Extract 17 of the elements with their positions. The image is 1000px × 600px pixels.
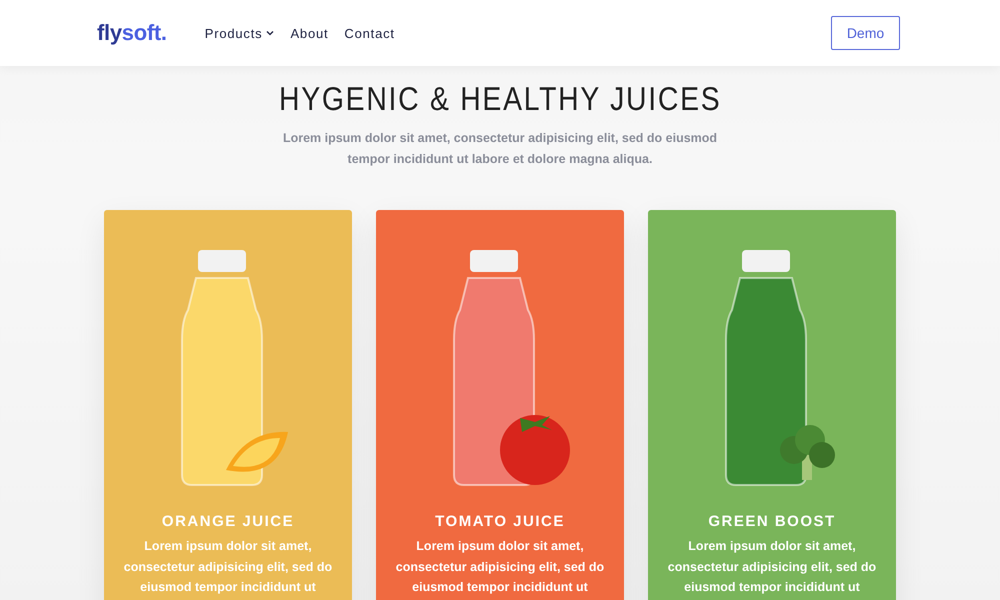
page-title: HYGENIC & HEALTHY JUICES bbox=[278, 80, 722, 118]
card-description: Lorem ipsum dolor sit amet, consectetur adipisicing elit, sed do eiusmod tempor incididunt ut bbox=[666, 538, 878, 596]
nav-link[interactable]: Products bbox=[204, 26, 274, 40]
citrus-slice-icon bbox=[226, 432, 288, 472]
card-title: GREEN BOOST bbox=[708, 513, 836, 530]
card-description: Lorem ipsum dolor sit amet, consectetur adipisicing elit, sed do eiusmod tempor incididunt ut bbox=[394, 538, 606, 596]
card-description: Lorem ipsum dolor sit amet, consectetur adipisicing elit, sed do eiusmod tempor incididunt ut bbox=[122, 538, 334, 596]
broccoli-icon bbox=[780, 425, 835, 480]
demo-button[interactable]: Demo bbox=[831, 16, 900, 50]
card-title: ORANGE JUICE bbox=[162, 513, 294, 530]
subtitle: Lorem ipsum dolor sit amet, consectetur adipisicing elit, sed do eiusmod tempor incididunt ut labore et dolore magna aliqua. bbox=[282, 130, 718, 168]
card-title: TOMATO JUICE bbox=[435, 513, 565, 530]
nav-link[interactable]: Contact bbox=[344, 26, 395, 40]
nav-link[interactable]: About bbox=[290, 26, 328, 40]
logo[interactable]: flysoft. bbox=[97, 20, 167, 46]
chevron-down-icon bbox=[266, 30, 274, 36]
tomato-icon bbox=[500, 415, 570, 485]
